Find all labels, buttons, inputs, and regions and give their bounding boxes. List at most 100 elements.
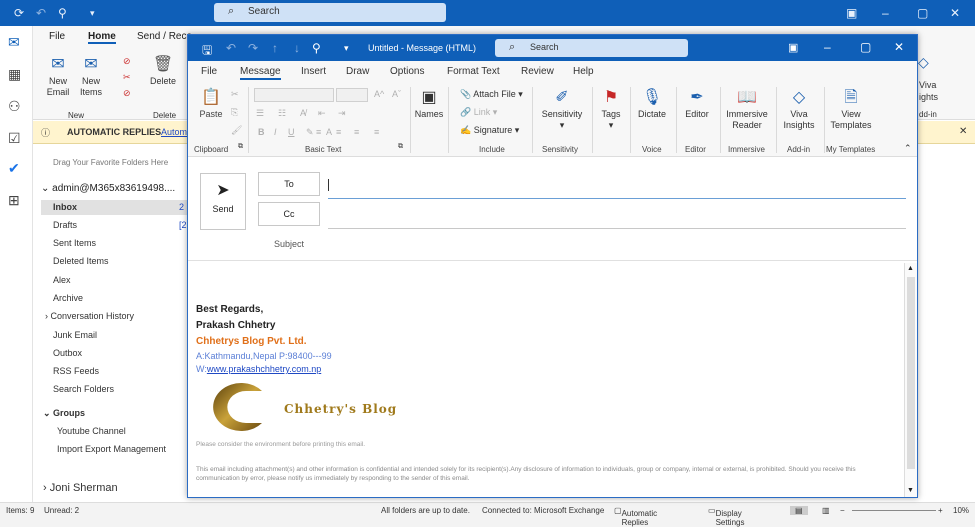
immersive-reader-button[interactable]: 📖 Immersive Reader <box>724 87 770 131</box>
view-templates-button[interactable]: 🗎 View Templates <box>828 87 874 131</box>
customize-toolbar-icon[interactable]: ▾ <box>344 43 349 54</box>
groups-header[interactable]: ⌄ Groups <box>43 408 85 419</box>
numbering-icon[interactable]: ☷ <box>278 108 286 119</box>
folder-junk-email[interactable]: Junk Email <box>53 330 97 340</box>
folder-inbox[interactable]: Inbox <box>53 202 77 212</box>
to-field[interactable] <box>328 175 906 199</box>
folder-conversation-history[interactable]: › Conversation History <box>45 311 134 321</box>
tab-message[interactable]: Message <box>240 66 281 80</box>
tab-draw[interactable]: Draw <box>346 66 369 77</box>
account-header[interactable]: ⌄ admin@M365x83619498.... <box>41 183 175 194</box>
zoom-slider[interactable] <box>852 510 936 511</box>
font-size-select[interactable] <box>336 88 368 102</box>
align-center-icon[interactable]: ≡ <box>336 127 341 137</box>
group-youtube-channel[interactable]: Youtube Channel <box>57 426 126 436</box>
signature-button[interactable]: ✍ Signature ▾ <box>460 125 519 136</box>
format-painter-icon[interactable]: 🖌 <box>231 125 242 136</box>
customize-toolbar-icon[interactable]: ▾ <box>90 8 95 19</box>
sensitivity-button[interactable]: ✐ Sensitivity ▾ <box>538 87 586 131</box>
account-joni[interactable]: › Joni Sherman <box>43 482 118 494</box>
group-import-export[interactable]: Import Export Management <box>57 444 166 454</box>
underline-icon[interactable]: U <box>288 127 295 137</box>
folder-deleted-items[interactable]: Deleted Items <box>53 256 109 266</box>
grow-font-icon[interactable]: A^ <box>374 89 384 99</box>
display-settings-button[interactable]: ▭ Display Settings <box>708 506 744 527</box>
clear-formatting-icon[interactable]: A̸ <box>300 108 306 118</box>
tasks-icon[interactable]: ☑ <box>8 130 21 147</box>
close-auto-replies-icon[interactable]: ✕ <box>959 126 967 137</box>
folder-outbox[interactable]: Outbox <box>53 348 82 358</box>
dictate-button[interactable]: 🎙 Dictate <box>634 87 670 120</box>
signature-web-link[interactable]: www.prakashchhetry.com.np <box>207 364 321 374</box>
paste-button[interactable]: 📋 Paste <box>196 87 226 120</box>
viva-insights-button[interactable]: ◇ Viva Insights <box>780 87 818 131</box>
normal-view-icon[interactable]: ▤ <box>790 506 808 515</box>
viva-icon[interactable]: ◇ <box>918 54 929 71</box>
subject-field[interactable] <box>328 233 906 255</box>
cc-field[interactable] <box>328 203 906 227</box>
increase-indent-icon[interactable]: ⇥ <box>338 108 346 119</box>
maximize-button[interactable]: ▢ <box>917 6 928 20</box>
shrink-font-icon[interactable]: Aˇ <box>392 89 401 99</box>
tags-button[interactable]: ⚑ Tags ▾ <box>596 87 626 131</box>
calendar-icon[interactable]: ▦ <box>8 66 21 83</box>
align-left-icon[interactable]: ≡ <box>316 127 321 137</box>
cut-icon[interactable]: ✂ <box>231 89 239 100</box>
tab-format-text[interactable]: Format Text <box>447 66 500 77</box>
reading-view-icon[interactable]: ▥ <box>822 506 830 515</box>
tab-file[interactable]: File <box>49 31 65 42</box>
tab-file[interactable]: File <box>201 66 217 77</box>
tab-help[interactable]: Help <box>573 66 594 77</box>
search-input[interactable]: ⌕ Search <box>214 3 446 22</box>
ignore-icon[interactable]: ⊘ <box>123 56 131 67</box>
folder-rss-feeds[interactable]: RSS Feeds <box>53 366 99 376</box>
italic-icon[interactable]: I <box>274 127 277 137</box>
maximize-button[interactable]: ▢ <box>860 40 871 54</box>
tab-options[interactable]: Options <box>390 66 424 77</box>
close-button[interactable]: ✕ <box>950 6 960 20</box>
link-button[interactable]: 🔗 Link ▾ <box>460 107 497 118</box>
folder-search-folders[interactable]: Search Folders <box>53 384 114 394</box>
decrease-indent-icon[interactable]: ⇤ <box>318 108 326 119</box>
scroll-thumb[interactable] <box>907 277 915 469</box>
send-button[interactable]: ➤ Send <box>200 173 246 230</box>
names-button[interactable]: ▣ Names <box>414 87 444 120</box>
tab-review[interactable]: Review <box>521 66 554 77</box>
bullets-icon[interactable]: ☰ <box>256 108 264 119</box>
redo-icon[interactable]: ↷ <box>248 41 258 55</box>
sync-icon[interactable]: ⟳ <box>14 6 24 20</box>
coming-soon-icon[interactable]: ▣ <box>846 6 857 20</box>
coming-soon-icon[interactable]: ▣ <box>788 41 798 54</box>
tab-home[interactable]: Home <box>88 31 116 44</box>
basic-text-launcher-icon[interactable]: ⧉ <box>398 143 403 151</box>
delete-button[interactable]: 🗑 Delete <box>147 54 179 87</box>
scroll-up-icon[interactable]: ▲ <box>907 265 914 272</box>
apps-icon[interactable]: ⊞ <box>8 192 20 209</box>
justify-icon[interactable]: ≡ <box>374 127 379 137</box>
people-icon[interactable]: ⚇ <box>8 98 21 115</box>
todo-icon[interactable]: ✔ <box>8 160 20 177</box>
new-email-button[interactable]: ✉ New Email <box>43 54 73 98</box>
editor-button[interactable]: ✒ Editor <box>680 87 714 120</box>
folder-drafts[interactable]: Drafts <box>53 220 77 230</box>
to-button[interactable]: To <box>258 172 320 196</box>
bold-icon[interactable]: B <box>258 127 265 137</box>
tab-send-receive[interactable]: Send / Rece <box>137 31 192 42</box>
zoom-out-icon[interactable]: − <box>840 506 845 515</box>
undo-icon[interactable]: ↶ <box>36 6 46 20</box>
cleanup-icon[interactable]: ✂ <box>123 72 131 83</box>
highlight-icon[interactable]: ✎ <box>306 127 314 138</box>
font-select[interactable] <box>254 88 334 102</box>
collapse-ribbon-icon[interactable]: ⌃ <box>904 143 912 154</box>
new-items-button[interactable]: ✉ New Items <box>75 54 107 98</box>
folder-sent-items[interactable]: Sent Items <box>53 238 96 248</box>
align-right-icon[interactable]: ≡ <box>354 127 359 137</box>
zoom-in-icon[interactable]: + <box>938 506 943 515</box>
compose-search-input[interactable]: ⌕ Search <box>495 39 688 57</box>
quick-access-icon[interactable]: ⚲ <box>58 6 67 20</box>
clipboard-launcher-icon[interactable]: ⧉ <box>238 143 243 151</box>
undo-icon[interactable]: ↶ <box>226 41 236 55</box>
up-arrow-icon[interactable]: ↑ <box>272 41 278 55</box>
folder-alex[interactable]: Alex <box>53 275 71 285</box>
minimize-button[interactable]: – <box>882 6 889 20</box>
